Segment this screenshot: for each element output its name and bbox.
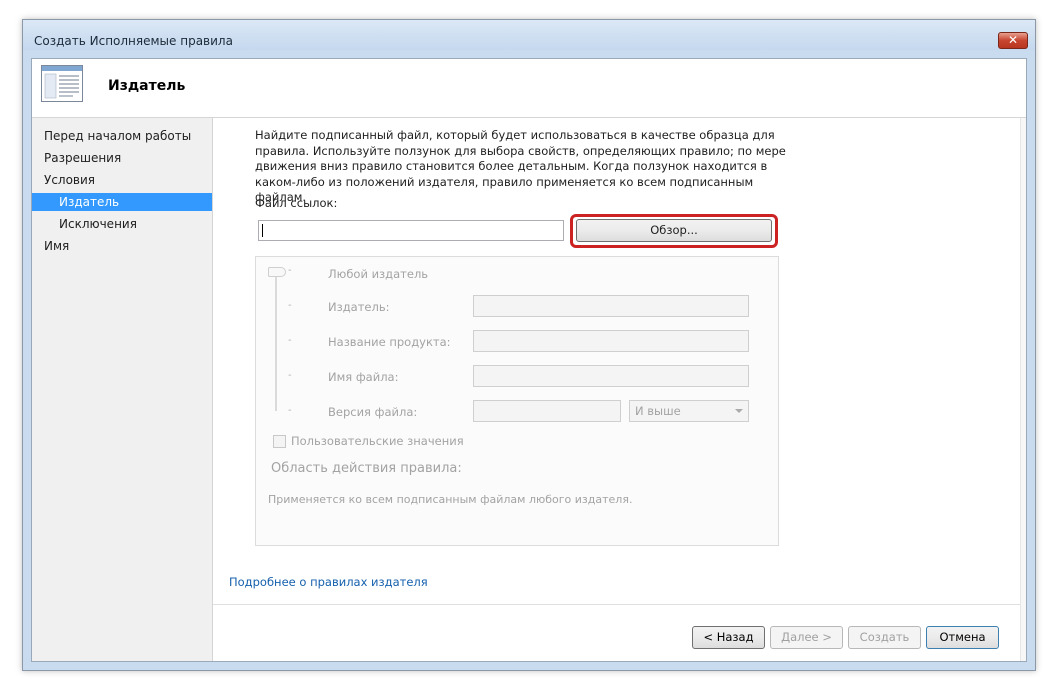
file-name-field[interactable]	[473, 365, 749, 387]
custom-values-label: Пользовательские значения	[291, 434, 464, 448]
nav-item-permissions[interactable]: Разрешения	[32, 149, 212, 167]
file-version-label: Версия файла:	[328, 405, 418, 419]
publisher-label: Издатель:	[328, 300, 390, 314]
wizard-steps-nav: Перед началом работы Разрешения Условия …	[32, 118, 213, 661]
cancel-button[interactable]: Отмена	[926, 626, 999, 649]
back-button[interactable]: < Назад	[692, 626, 765, 649]
slider-tick: -	[288, 300, 292, 311]
any-publisher-label: Любой издатель	[328, 267, 429, 281]
rule-properties-group: - - - - - Любой издатель Издатель: Назва…	[255, 256, 779, 546]
reference-file-input[interactable]	[258, 220, 564, 241]
file-name-label: Имя файла:	[328, 370, 399, 384]
slider-track	[275, 273, 277, 411]
slider-tick: -	[288, 370, 292, 381]
description-text: Найдите подписанный файл, который будет …	[255, 128, 786, 204]
chevron-down-icon	[735, 409, 743, 413]
rule-scope-label: Область действия правила:	[271, 461, 462, 476]
footer-divider	[213, 604, 1026, 605]
reference-file-label: Файл ссылок:	[255, 196, 338, 210]
slider-tick: -	[288, 405, 292, 416]
publisher-rules-help-link[interactable]: Подробнее о правилах издателя	[229, 575, 428, 589]
page-header: Издатель	[32, 59, 1026, 118]
nav-item-exceptions[interactable]: Исключения	[32, 215, 212, 233]
main-panel: Найдите подписанный файл, который будет …	[213, 118, 1026, 661]
version-operator-select[interactable]: И выше	[629, 400, 749, 422]
rule-scope-text: Применяется ко всем подписанным файлам л…	[268, 493, 633, 506]
next-button[interactable]: Далее >	[770, 626, 843, 649]
nav-item-before-start[interactable]: Перед началом работы	[32, 127, 212, 145]
publisher-field[interactable]	[473, 295, 749, 317]
browse-button[interactable]: Обзор...	[576, 219, 772, 242]
nav-item-name[interactable]: Имя	[32, 237, 212, 255]
slider-tick: -	[288, 335, 292, 346]
close-button[interactable]: ✕	[998, 32, 1028, 49]
slider-thumb[interactable]	[268, 267, 286, 277]
custom-values-checkbox[interactable]	[273, 435, 286, 448]
product-name-field[interactable]	[473, 330, 749, 352]
version-operator-value: И выше	[635, 404, 681, 418]
text-caret	[262, 224, 263, 237]
client-area: Издатель Перед началом работы Разрешения…	[31, 58, 1027, 662]
wizard-window: Создать Исполняемые правила ✕ Издатель П…	[22, 19, 1036, 671]
window-title: Создать Исполняемые правила	[34, 34, 233, 48]
scroll-edge	[1020, 118, 1026, 661]
page-title: Издатель	[108, 78, 186, 94]
wizard-page-icon	[41, 65, 83, 102]
nav-item-publisher[interactable]: Издатель	[32, 193, 212, 211]
nav-item-conditions[interactable]: Условия	[32, 171, 212, 189]
slider-tick: -	[288, 265, 292, 276]
title-bar: Создать Исполняемые правила ✕	[23, 20, 1035, 50]
file-version-field[interactable]	[473, 400, 621, 422]
create-button[interactable]: Создать	[848, 626, 921, 649]
product-name-label: Название продукта:	[328, 335, 451, 349]
